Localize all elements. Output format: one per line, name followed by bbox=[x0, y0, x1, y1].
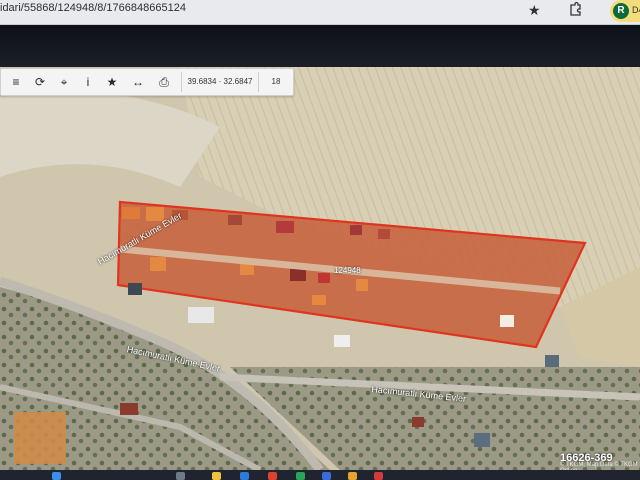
parcel-label: 124948 bbox=[334, 266, 361, 275]
map-toolbar: ≡ ⟳ ⌖ i ★ ↔ ⎙ 39.6834 · 32.6847 18 bbox=[0, 68, 294, 96]
taskbar-app-icon[interactable] bbox=[296, 472, 305, 480]
profile-label: D4 bbox=[632, 5, 640, 15]
menu-icon[interactable]: ≡ bbox=[7, 73, 25, 91]
taskbar-app-icon[interactable] bbox=[268, 472, 277, 480]
satellite-map[interactable] bbox=[0, 67, 640, 470]
browser-address-bar[interactable]: idari/55868/124948/8/1766848665124 ★ R D… bbox=[0, 0, 640, 25]
windows-start-icon[interactable] bbox=[52, 472, 61, 480]
taskbar-app-icon[interactable] bbox=[374, 472, 383, 480]
url-text[interactable]: idari/55868/124948/8/1766848665124 bbox=[0, 1, 186, 15]
coordinate-readout: 39.6834 · 32.6847 bbox=[181, 72, 259, 92]
corner-logo-tile bbox=[14, 412, 66, 464]
taskbar-app-icon[interactable] bbox=[348, 472, 357, 480]
avatar: R bbox=[613, 3, 629, 19]
refresh-icon[interactable]: ⟳ bbox=[31, 73, 49, 91]
print-icon[interactable]: ⎙ bbox=[155, 73, 173, 91]
taskbar-app-icon[interactable] bbox=[322, 472, 331, 480]
star-icon[interactable]: ★ bbox=[103, 73, 121, 91]
measure-icon[interactable]: ↔ bbox=[129, 73, 147, 91]
taskbar-app-icon[interactable] bbox=[176, 472, 185, 480]
extensions-icon[interactable] bbox=[568, 2, 582, 16]
profile-button[interactable]: R D4 bbox=[610, 0, 640, 22]
taskbar bbox=[0, 470, 640, 480]
crosshair-icon[interactable]: ⌖ bbox=[55, 73, 73, 91]
bookmark-star-icon[interactable]: ★ bbox=[528, 2, 541, 19]
map-view[interactable] bbox=[0, 67, 640, 470]
browser-dark-band bbox=[0, 25, 640, 67]
info-icon[interactable]: i bbox=[79, 73, 97, 91]
taskbar-app-icon[interactable] bbox=[240, 472, 249, 480]
zoom-level: 18 bbox=[271, 77, 281, 86]
taskbar-app-icon[interactable] bbox=[212, 472, 221, 480]
